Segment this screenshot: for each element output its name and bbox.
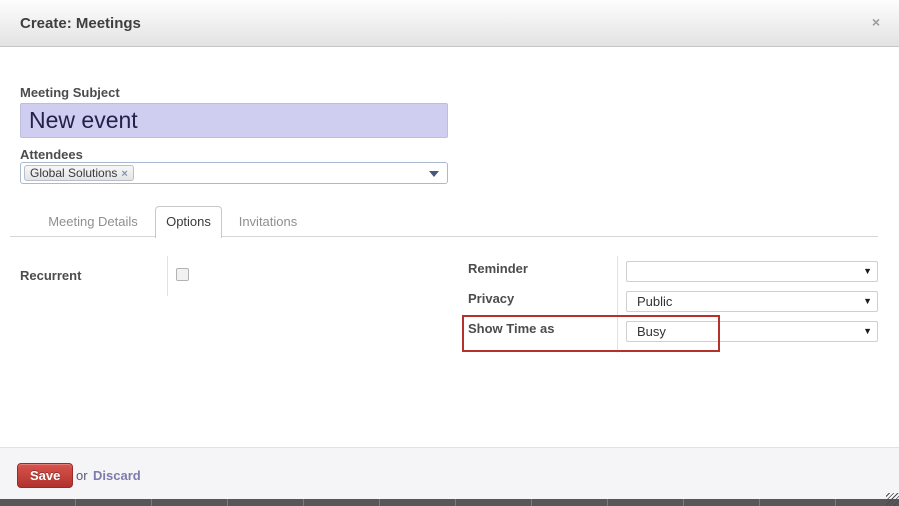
tab-invitations[interactable]: Invitations: [228, 207, 308, 237]
dialog-footer: Save or Discard: [0, 447, 899, 499]
tab-options[interactable]: Options: [155, 206, 222, 238]
dialog-title: Create: Meetings: [20, 0, 141, 47]
recurrent-label: Recurrent: [20, 268, 81, 283]
attendees-input[interactable]: Global Solutions ×: [20, 162, 448, 184]
attendee-tag-label: Global Solutions: [30, 166, 117, 180]
show-time-as-value: Busy: [637, 322, 666, 342]
reminder-select[interactable]: ▼: [626, 261, 878, 282]
or-text: or: [76, 468, 88, 483]
create-meetings-dialog: Create: Meetings × Meeting Subject Atten…: [0, 0, 899, 506]
tab-meeting-details[interactable]: Meeting Details: [32, 207, 154, 237]
privacy-label: Privacy: [468, 291, 514, 306]
discard-link[interactable]: Discard: [93, 468, 141, 483]
reminder-label: Reminder: [468, 261, 528, 276]
privacy-select[interactable]: Public ▼: [626, 291, 878, 312]
privacy-value: Public: [637, 292, 672, 312]
close-icon[interactable]: ×: [867, 13, 885, 31]
show-time-as-select[interactable]: Busy ▼: [626, 321, 878, 342]
select-arrow-icon: ▼: [863, 266, 872, 276]
dialog-header: Create: Meetings ×: [0, 0, 899, 47]
recurrent-checkbox[interactable]: [176, 268, 189, 281]
select-arrow-icon: ▼: [863, 296, 872, 306]
background-page-strip: [0, 499, 899, 506]
dropdown-arrow-icon[interactable]: [429, 171, 439, 177]
column-divider: [617, 256, 618, 353]
tag-remove-icon[interactable]: ×: [121, 167, 127, 181]
select-arrow-icon: ▼: [863, 326, 872, 336]
resize-handle[interactable]: [886, 493, 899, 506]
show-time-as-label: Show Time as: [468, 321, 554, 336]
attendees-label: Attendees: [20, 147, 83, 162]
meeting-subject-label: Meeting Subject: [20, 85, 120, 100]
save-button[interactable]: Save: [17, 463, 73, 488]
meeting-subject-input[interactable]: [20, 103, 448, 138]
attendee-tag: Global Solutions ×: [24, 165, 134, 181]
column-divider: [167, 256, 168, 296]
